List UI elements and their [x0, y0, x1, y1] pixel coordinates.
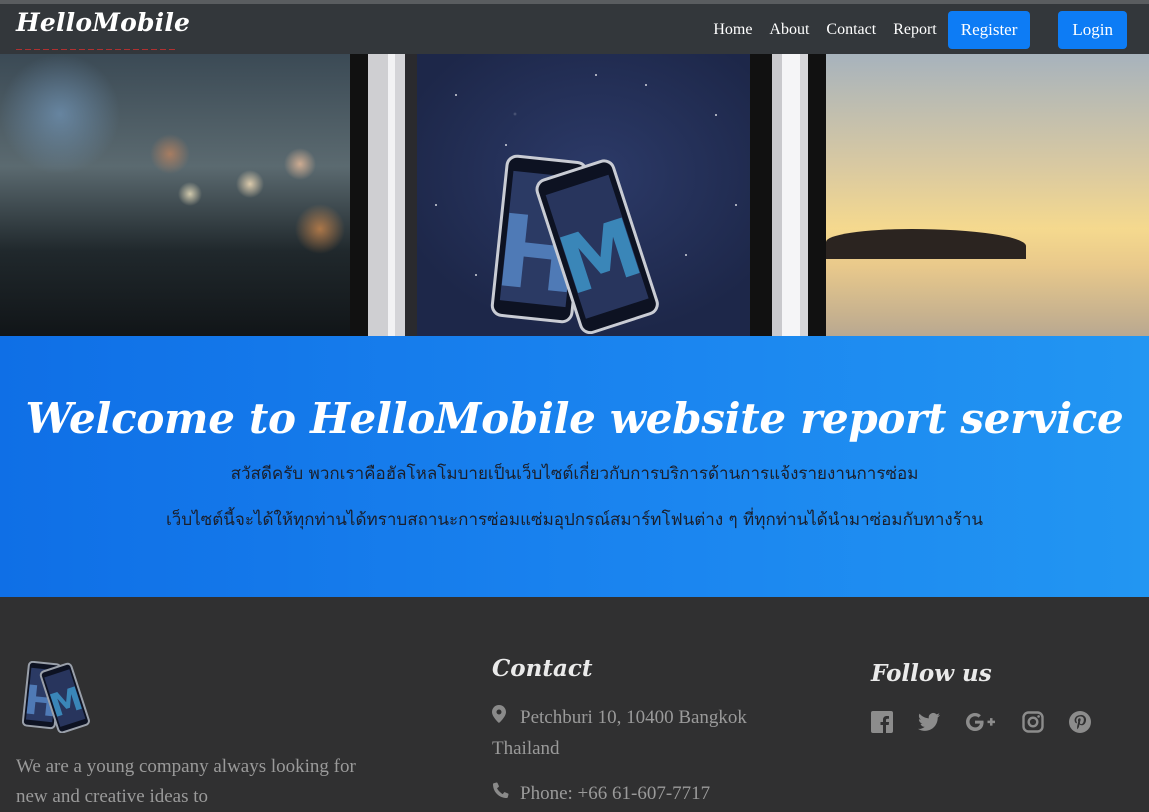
- phone-icon: [492, 780, 520, 810]
- nav-about-link[interactable]: About: [769, 21, 809, 39]
- hero-phone-city-image: [0, 54, 395, 336]
- instagram-icon[interactable]: [1022, 709, 1044, 735]
- facebook-icon[interactable]: [871, 709, 893, 735]
- follow-us-heading: Follow us: [871, 660, 992, 687]
- about-text: We are a young company always looking fo…: [16, 756, 356, 807]
- contact-heading: Contact: [492, 655, 593, 682]
- twitter-icon[interactable]: [918, 709, 940, 735]
- nav-contact-link[interactable]: Contact: [826, 21, 876, 39]
- nav-links: Home About Contact Report Register Login: [696, 11, 1127, 49]
- contact-phone: Phone: +66 61-607-7717: [492, 779, 812, 810]
- sunset-island: [826, 229, 1026, 259]
- phone-frame: [750, 54, 800, 336]
- hero-phone-sunset-image: [800, 54, 1149, 336]
- login-button[interactable]: Login: [1058, 11, 1127, 49]
- register-button[interactable]: Register: [947, 11, 1031, 49]
- welcome-description-line-2: เว็บไซต์นี้จะได้ให้ทุกท่านได้ทราบสถานะกา…: [165, 510, 984, 530]
- navbar: HelloMobile Home About Contact Report Re…: [0, 0, 1149, 54]
- contact-address: Petchburi 10, 10400 Bangkok Thailand: [492, 703, 812, 764]
- address-text: Petchburi 10, 10400 Bangkok Thailand: [492, 707, 747, 759]
- hero-banner: H M: [0, 54, 1149, 336]
- google-plus-icon[interactable]: [965, 709, 997, 735]
- welcome-section: Welcome to HelloMobile website report se…: [0, 336, 1149, 597]
- phone-frame: [800, 54, 826, 336]
- nav-report-link[interactable]: Report: [893, 21, 937, 39]
- welcome-title: Welcome to HelloMobile website report se…: [25, 394, 1124, 443]
- map-marker-icon: [492, 704, 520, 734]
- welcome-description-line-1: สวัสดีครับ พวกเราคือฮัลโหลโมบายเป็นเว็บไ…: [230, 464, 919, 484]
- phone-frame: [350, 54, 395, 336]
- phone-text: Phone: +66 61-607-7717: [520, 783, 711, 804]
- brand-underline: [16, 49, 176, 50]
- footer: H M We are a young company always lookin…: [0, 597, 1149, 810]
- footer-logo: H M: [22, 661, 90, 733]
- social-links: [871, 709, 1116, 735]
- pinterest-icon[interactable]: [1069, 709, 1091, 735]
- brand-logo-text[interactable]: HelloMobile: [16, 8, 190, 37]
- nav-home-link[interactable]: Home: [713, 21, 752, 39]
- hellomobile-phones-logo: H M: [490, 154, 659, 334]
- phone-frame: [395, 54, 417, 336]
